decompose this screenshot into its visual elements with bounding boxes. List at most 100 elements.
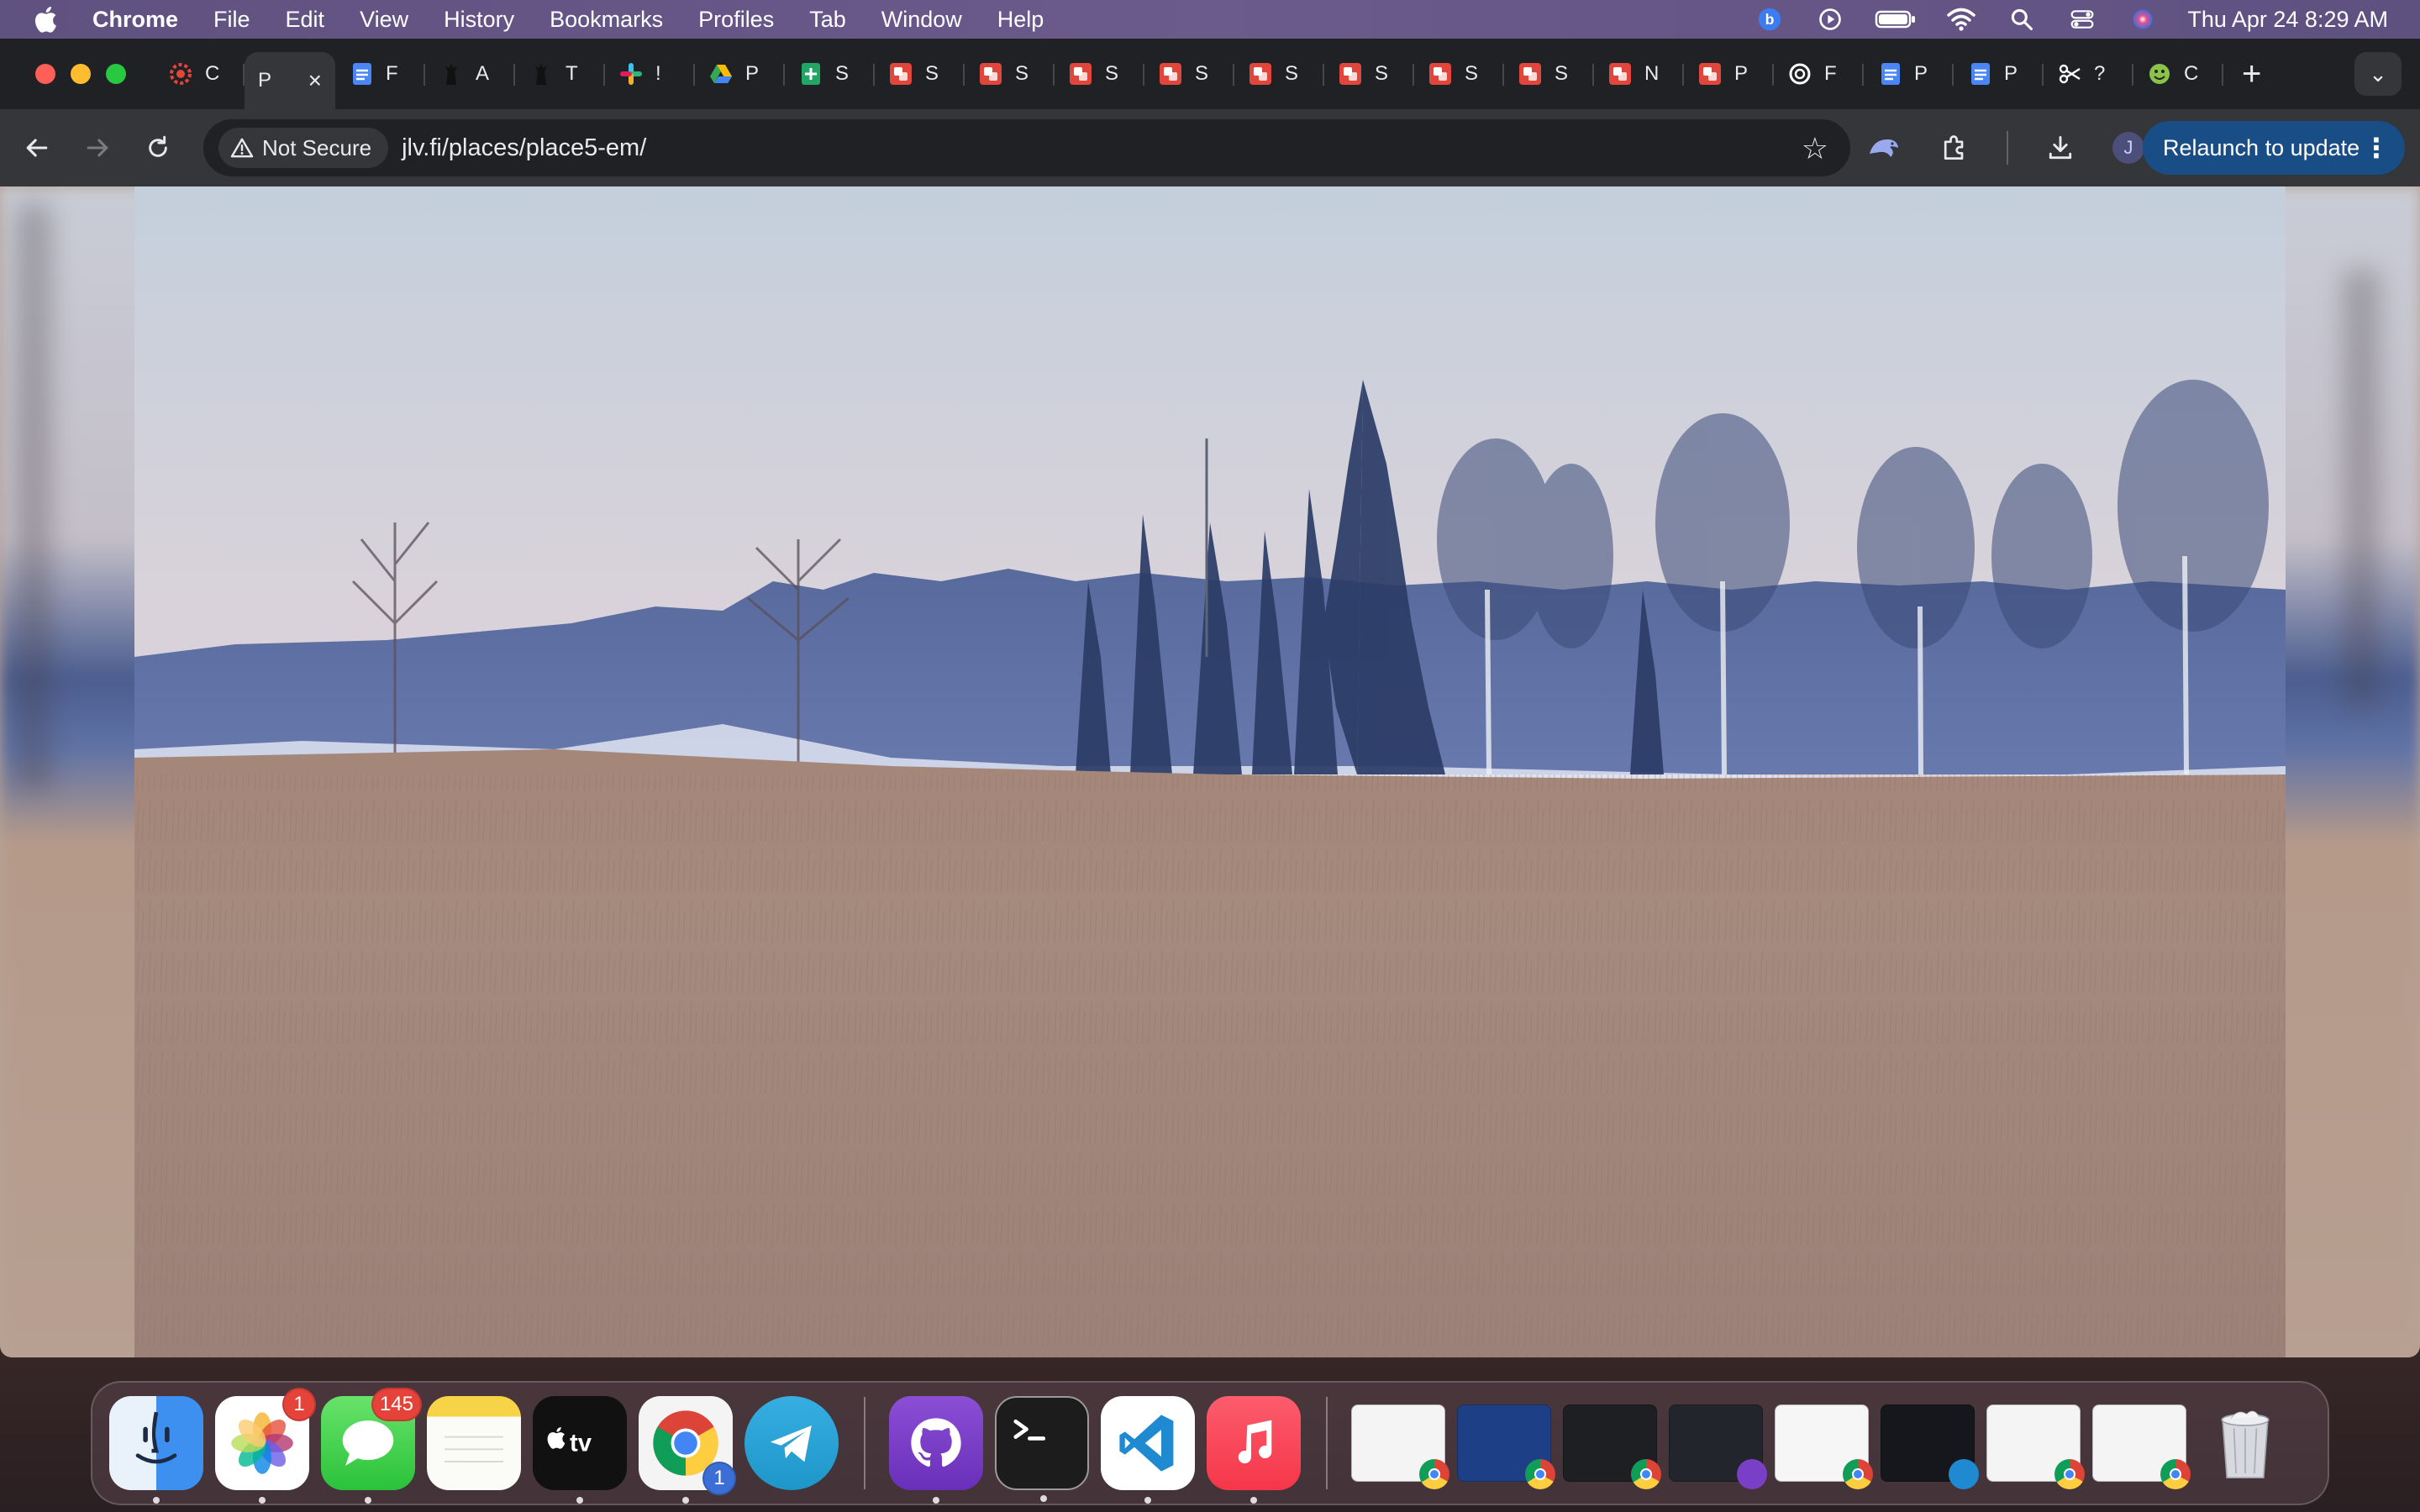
blurred-tree [2344, 270, 2378, 707]
dock-telegram[interactable] [744, 1396, 839, 1490]
finder-face-icon [135, 1411, 177, 1464]
browser-tab[interactable]: ! [605, 49, 695, 99]
browser-tab[interactable]: C [155, 49, 245, 99]
vscode-badge-icon [1949, 1459, 1979, 1489]
dock-minimized-window[interactable] [1563, 1404, 1661, 1489]
docs-icon [1877, 61, 1902, 87]
browser-tab[interactable]: C [2133, 49, 2223, 99]
browser-tab[interactable]: S [1414, 49, 1504, 99]
browser-tab[interactable]: S [1055, 49, 1144, 99]
browser-tab[interactable]: P × [245, 52, 335, 109]
downloads-icon[interactable] [2042, 129, 2079, 166]
browser-tab[interactable]: P [695, 49, 785, 99]
extension-dolphin-icon[interactable] [1865, 129, 1902, 166]
browser-tab[interactable]: P [1684, 49, 1774, 99]
music-note-icon [1238, 1420, 1272, 1464]
wifi-icon[interactable] [1945, 5, 1977, 34]
dock-minimized-window[interactable] [2092, 1404, 2191, 1489]
browser-tab[interactable]: S [1324, 49, 1414, 99]
dock-notes[interactable] [427, 1396, 521, 1490]
menubar-clock[interactable]: Thu Apr 24 8:29 AM [2187, 7, 2388, 33]
forward-button[interactable] [77, 128, 118, 168]
tab-title: N [1644, 62, 1660, 85]
chrome-badge-icon [2160, 1459, 2191, 1489]
dock-minimized-window[interactable] [1457, 1404, 1555, 1489]
chrome-badge-icon [1419, 1459, 1449, 1489]
menu-help[interactable]: Help [997, 7, 1044, 33]
dock-apple-tv[interactable]: tv [533, 1396, 627, 1504]
profile-avatar[interactable]: J [2112, 132, 2144, 164]
dock-terminal[interactable] [995, 1396, 1089, 1502]
browser-tab[interactable]: S [1234, 49, 1324, 99]
dock-chrome[interactable]: 1 [639, 1396, 736, 1504]
back-button[interactable] [17, 128, 57, 168]
dock-vscode[interactable] [1101, 1396, 1195, 1504]
siri-icon[interactable] [2127, 5, 2159, 34]
tab-title: S [1195, 62, 1209, 85]
url-text[interactable]: jlv.fi/places/place5-em/ [402, 134, 646, 162]
minimize-window-button[interactable] [71, 64, 91, 84]
browser-tab[interactable]: A [425, 49, 515, 99]
relaunch-to-update-button[interactable]: Relaunch to update ⋮ [2143, 121, 2405, 175]
menu-window[interactable]: Window [881, 7, 962, 33]
openai-icon [1787, 61, 1812, 87]
menu-bookmarks[interactable]: Bookmarks [550, 7, 663, 33]
dock-messages[interactable]: 145 [321, 1388, 422, 1504]
dock-minimized-window[interactable] [1351, 1404, 1449, 1489]
tab-title: A [476, 62, 490, 85]
browser-tab[interactable]: S [875, 49, 965, 99]
browser-tab[interactable]: S [1504, 49, 1594, 99]
menu-file[interactable]: File [213, 7, 250, 33]
close-window-button[interactable] [35, 64, 55, 84]
browser-tab[interactable]: F [1774, 49, 1864, 99]
new-tab-button[interactable]: + [2242, 55, 2261, 93]
apple-menu-icon[interactable] [30, 3, 60, 36]
red-square-icon [1607, 61, 1633, 87]
address-bar[interactable]: Not Secure jlv.fi/places/place5-em/ ☆ [203, 119, 1850, 176]
tab-title: S [1015, 62, 1029, 85]
browser-tab[interactable]: F [335, 49, 425, 99]
reload-button[interactable] [138, 128, 178, 168]
kebab-menu-icon[interactable]: ⋮ [2363, 132, 2390, 164]
browser-tab[interactable]: T [515, 49, 605, 99]
control-center-icon[interactable] [2066, 5, 2098, 34]
battery-icon[interactable] [1875, 5, 1917, 34]
dock-trash[interactable] [2198, 1396, 2292, 1490]
red-square-icon [1248, 61, 1273, 87]
zoom-window-button[interactable] [106, 64, 126, 84]
bookmark-star-icon[interactable]: ☆ [1802, 131, 1828, 166]
dock-minimized-window[interactable] [1775, 1404, 1873, 1489]
menu-history[interactable]: History [444, 7, 514, 33]
menu-tab[interactable]: Tab [809, 7, 846, 33]
landscape-illustration [134, 186, 2286, 1357]
menu-profiles[interactable]: Profiles [698, 7, 774, 33]
dock-minimized-window[interactable] [1881, 1404, 1979, 1489]
dock-minimized-window[interactable] [1986, 1404, 2085, 1489]
security-label: Not Secure [262, 134, 372, 160]
tab-search-button[interactable]: ⌄ [2354, 52, 2402, 96]
browser-tab[interactable]: N [1594, 49, 1684, 99]
dock-music[interactable] [1207, 1396, 1301, 1504]
extensions-puzzle-icon[interactable] [1936, 129, 1973, 166]
browser-tab[interactable]: S [1144, 49, 1234, 99]
window-controls [35, 64, 126, 84]
menu-app-name[interactable]: Chrome [92, 7, 178, 33]
spotlight-search-icon[interactable] [2006, 5, 2038, 34]
close-tab-icon[interactable]: × [308, 67, 322, 94]
dock-github-desktop[interactable] [889, 1396, 983, 1504]
dock-finder[interactable] [109, 1396, 203, 1504]
dock-minimized-window[interactable] [1669, 1404, 1767, 1489]
browser-tab[interactable]: S [785, 49, 875, 99]
menu-view[interactable]: View [360, 7, 408, 33]
running-indicator [365, 1497, 371, 1504]
browser-tab[interactable]: ? [2044, 49, 2133, 99]
dock-photos[interactable]: 1 [215, 1388, 316, 1504]
menu-edit[interactable]: Edit [286, 7, 325, 33]
browser-tab[interactable]: P [1954, 49, 2044, 99]
play-circle-icon[interactable] [1814, 5, 1846, 34]
red-square-icon [1697, 61, 1723, 87]
browser-tab[interactable]: S [965, 49, 1055, 99]
browser-tab[interactable]: P [1864, 49, 1954, 99]
bing-icon[interactable]: b [1754, 5, 1786, 34]
site-security-chip[interactable]: Not Secure [218, 128, 389, 168]
